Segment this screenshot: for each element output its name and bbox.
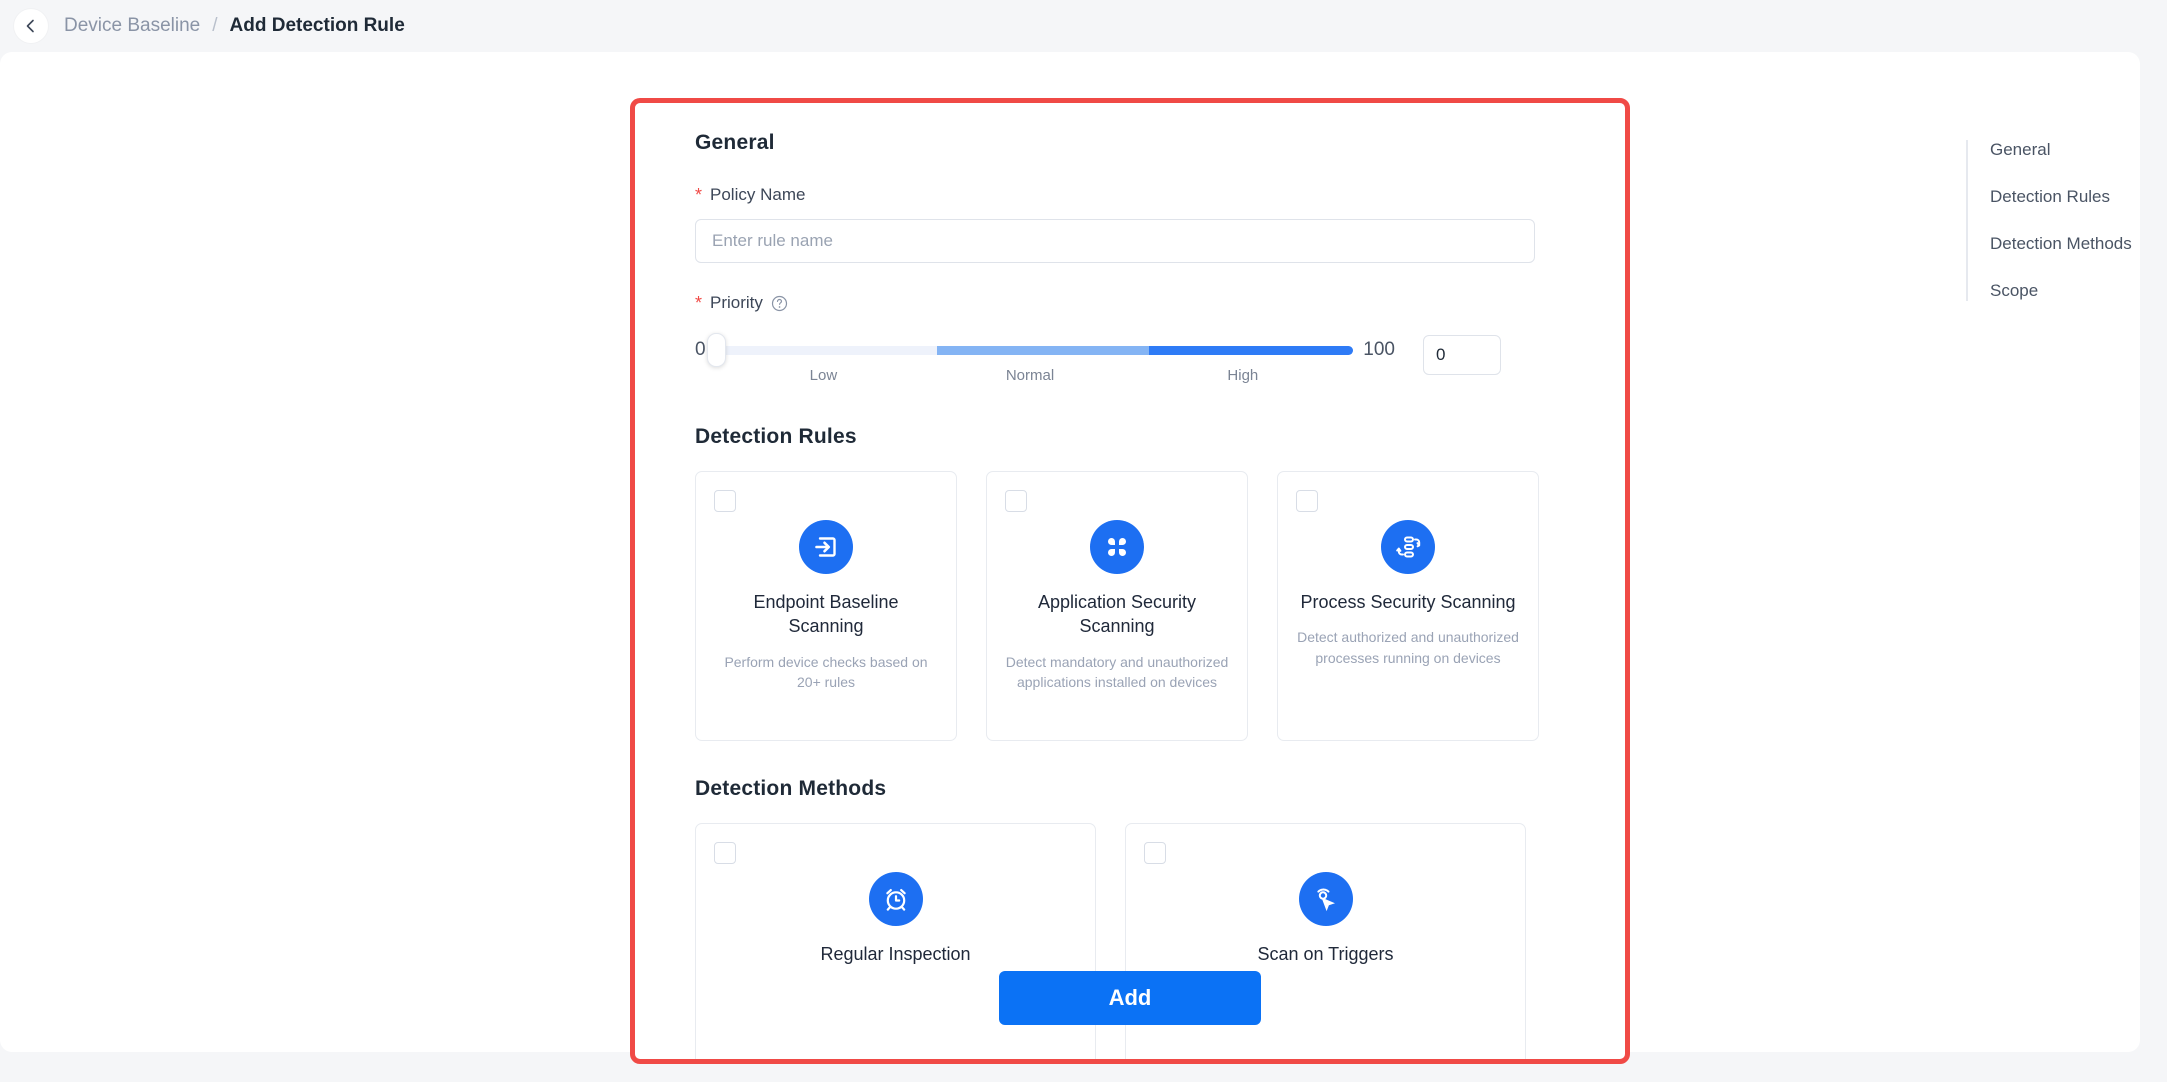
login-arrow-box-icon xyxy=(799,520,853,574)
slider-tick-normal: Normal xyxy=(1005,367,1055,384)
detection-rule-card-application-security[interactable]: Application Security Scanning Detect man… xyxy=(986,471,1248,741)
detection-rule-title: Process Security Scanning xyxy=(1300,592,1516,612)
policy-name-input[interactable] xyxy=(695,219,1535,263)
slider-segment-normal xyxy=(937,345,1149,355)
detection-rule-checkbox[interactable] xyxy=(1296,490,1318,512)
slider-min-label: 0 xyxy=(695,339,706,360)
process-flow-icon xyxy=(1381,520,1435,574)
priority-slider[interactable]: 0 100 Low Normal High xyxy=(695,333,1395,389)
anchor-nav: General Detection Rules Detection Method… xyxy=(1966,140,2132,301)
slider-segment-high xyxy=(1148,345,1354,355)
four-petal-command-icon xyxy=(1090,520,1144,574)
detection-method-checkbox[interactable] xyxy=(714,842,736,864)
detection-rules-cards: Endpoint Baseline Scanning Perform devic… xyxy=(695,471,1565,741)
required-asterisk: * xyxy=(695,185,703,205)
detection-rule-title: Application Security Scanning xyxy=(1037,592,1197,637)
breadcrumb-current: Add Detection Rule xyxy=(229,15,405,36)
question-circle-icon[interactable] xyxy=(771,295,788,312)
slider-max-label: 100 xyxy=(1363,339,1395,360)
form-footer: Add xyxy=(635,971,1625,1025)
slider-thumb[interactable] xyxy=(706,333,726,367)
alarm-clock-icon xyxy=(868,872,923,926)
detection-method-title: Scan on Triggers xyxy=(1257,944,1394,964)
breadcrumb-separator: / xyxy=(212,15,218,36)
slider-line: 0 100 xyxy=(695,333,1395,367)
detection-rule-description: Detect mandatory and unauthorized applic… xyxy=(1005,653,1229,690)
click-cursor-icon xyxy=(1298,872,1353,926)
detection-rule-checkbox[interactable] xyxy=(1005,490,1027,512)
breadcrumb-bar: Device Baseline / Add Detection Rule xyxy=(0,0,2167,52)
detection-method-title: Regular Inspection xyxy=(820,944,971,964)
back-button[interactable] xyxy=(14,9,48,43)
priority-label-row: * Priority xyxy=(695,293,1565,313)
detection-rule-description: Detect authorized and unauthorized proce… xyxy=(1297,629,1519,666)
section-title-general: General xyxy=(695,131,775,154)
anchor-nav-item-detection-methods[interactable]: Detection Methods xyxy=(1990,234,2132,254)
anchor-nav-item-general[interactable]: General xyxy=(1990,140,2132,160)
slider-segment-low xyxy=(713,345,938,355)
slider-tick-low: Low xyxy=(809,367,838,384)
slider-tick-labels: Low Normal High xyxy=(717,365,1343,389)
detection-rule-form-panel: General * Policy Name * Priority 0 xyxy=(630,98,1630,1064)
add-button[interactable]: Add xyxy=(999,971,1261,1025)
policy-name-label: Policy Name xyxy=(710,185,806,204)
slider-track[interactable] xyxy=(706,333,1354,367)
priority-value-input[interactable] xyxy=(1423,335,1501,375)
chevron-left-icon xyxy=(23,18,39,34)
detection-rule-card-process-security[interactable]: Process Security Scanning Detect authori… xyxy=(1277,471,1539,741)
detection-rule-title: Endpoint Baseline Scanning xyxy=(753,592,899,637)
form-scroll-area: General * Policy Name * Priority 0 xyxy=(635,103,1625,1059)
detection-rule-description: Perform device checks based on 20+ rules xyxy=(724,653,928,690)
required-asterisk: * xyxy=(695,293,703,313)
section-title-detection-rules: Detection Rules xyxy=(695,425,857,448)
breadcrumb: Device Baseline / Add Detection Rule xyxy=(64,15,405,37)
policy-name-label-row: * Policy Name xyxy=(695,185,1565,205)
anchor-nav-item-scope[interactable]: Scope xyxy=(1990,281,2132,301)
priority-slider-row: 0 100 Low Normal High xyxy=(695,333,1565,389)
detection-rule-checkbox[interactable] xyxy=(714,490,736,512)
anchor-nav-item-detection-rules[interactable]: Detection Rules xyxy=(1990,187,2132,207)
detection-rule-card-endpoint-baseline[interactable]: Endpoint Baseline Scanning Perform devic… xyxy=(695,471,957,741)
detection-method-checkbox[interactable] xyxy=(1144,842,1166,864)
section-title-detection-methods: Detection Methods xyxy=(695,777,887,800)
slider-tick-high: High xyxy=(1227,367,1259,384)
breadcrumb-parent-link[interactable]: Device Baseline xyxy=(64,15,200,37)
priority-label: Priority xyxy=(710,293,763,312)
